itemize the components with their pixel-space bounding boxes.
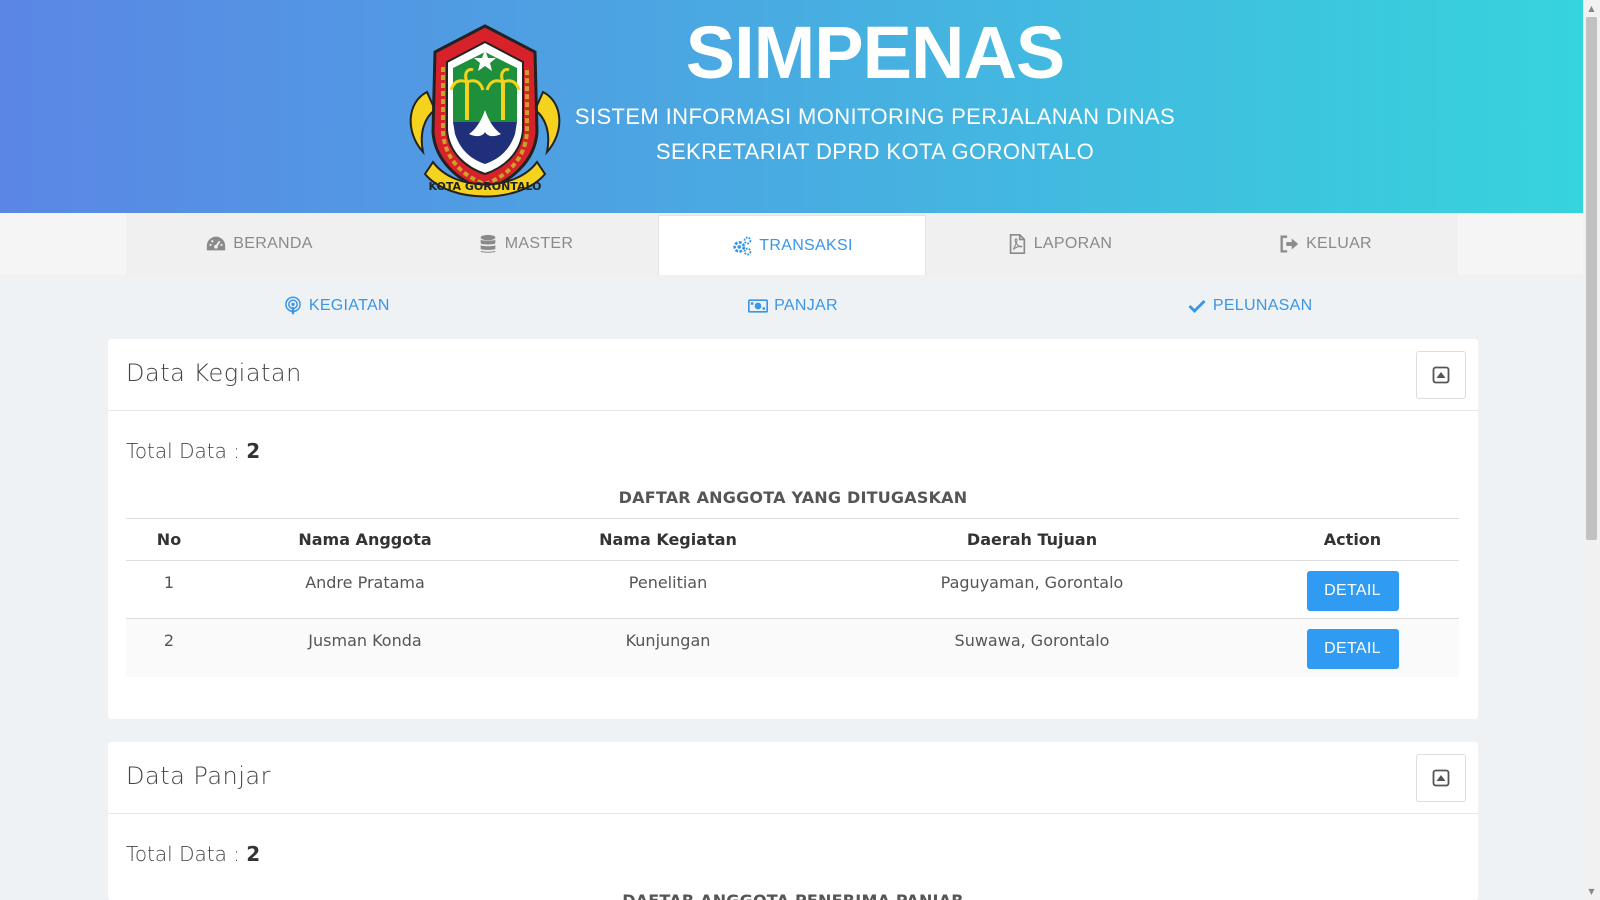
- sub-nav: KEGIATAN PANJAR PELUNASAN: [108, 288, 1478, 324]
- column-header-daerah-tujuan: Daerah Tujuan: [818, 518, 1246, 561]
- detail-button[interactable]: DETAIL: [1306, 571, 1399, 611]
- subnav-item-pelunasan[interactable]: PELUNASAN: [1021, 288, 1478, 324]
- cell-no: 1: [126, 560, 212, 619]
- kegiatan-total-value: 2: [246, 439, 261, 463]
- detail-button[interactable]: DETAIL: [1306, 629, 1399, 669]
- panjar-total-label: Total Data :: [126, 842, 247, 866]
- subnav-item-kegiatan[interactable]: KEGIATAN: [108, 288, 565, 324]
- table-row: 2 Jusman Konda Kunjungan Suwawa, Goronta…: [126, 618, 1459, 677]
- scroll-up-arrow-icon[interactable]: ▲: [1583, 0, 1600, 17]
- nav-item-transaksi[interactable]: TRANSAKSI: [658, 215, 926, 275]
- kegiatan-card: Data Kegiatan Total Data : 2 DAFTAR ANGG…: [108, 339, 1478, 719]
- kegiatan-total: Total Data : 2: [126, 439, 260, 463]
- caret-square-up-icon: [1432, 366, 1450, 384]
- nav-label-laporan: LAPORAN: [1033, 235, 1113, 252]
- cell-daerah-tujuan: Suwawa, Gorontalo: [818, 618, 1246, 677]
- page-scrollbar[interactable]: ▲ ▼: [1583, 0, 1600, 900]
- panjar-card-header: Data Panjar: [108, 742, 1478, 814]
- nav-label-transaksi: TRANSAKSI: [759, 236, 853, 254]
- money-icon: [748, 299, 769, 313]
- cell-nama-kegiatan: Kunjungan: [518, 618, 818, 677]
- kegiatan-table-header: No Nama Anggota Nama Kegiatan Daerah Tuj…: [126, 518, 1459, 561]
- column-header-action: Action: [1246, 518, 1459, 561]
- nav-item-keluar[interactable]: KELUAR: [1192, 213, 1458, 275]
- subnav-label-pelunasan: PELUNASAN: [1212, 297, 1313, 314]
- panjar-collapse-button[interactable]: [1416, 754, 1466, 802]
- app-subtitle-line1: SISTEM INFORMASI MONITORING PERJALANAN D…: [574, 104, 1176, 129]
- main-nav: BERANDA MASTER TRANSAKSI LAPORAN KELUAR: [126, 213, 1458, 275]
- kegiatan-card-title: Data Kegiatan: [126, 359, 302, 387]
- emblem-ribbon-text: KOTA GORONTALO: [429, 180, 542, 193]
- cell-action: DETAIL: [1246, 560, 1459, 619]
- panjar-card-title: Data Panjar: [126, 762, 271, 790]
- app-title: SIMPENAS: [685, 11, 1066, 94]
- column-header-nama-anggota: Nama Anggota: [212, 518, 518, 561]
- caret-square-up-icon: [1432, 769, 1450, 787]
- file-pdf-icon: [1009, 234, 1025, 254]
- nav-item-beranda[interactable]: BERANDA: [126, 213, 392, 275]
- column-header-no: No: [126, 518, 212, 561]
- nav-item-master[interactable]: MASTER: [392, 213, 658, 275]
- nav-label-beranda: BERANDA: [233, 235, 313, 252]
- sign-out-icon: [1280, 235, 1299, 253]
- cell-nama-anggota: Andre Pratama: [212, 560, 518, 619]
- cell-no: 2: [126, 618, 212, 677]
- app-subtitle-line2: SEKRETARIAT DPRD KOTA GORONTALO: [655, 139, 1095, 164]
- panjar-total-value: 2: [246, 842, 261, 866]
- cell-nama-anggota: Jusman Konda: [212, 618, 518, 677]
- kegiatan-collapse-button[interactable]: [1416, 351, 1466, 399]
- panjar-card: Data Panjar Total Data : 2 DAFTAR ANGGOT…: [108, 742, 1478, 900]
- cell-daerah-tujuan: Paguyaman, Gorontalo: [818, 560, 1246, 619]
- kegiatan-list-title: DAFTAR ANGGOTA YANG DITUGASKAN: [618, 488, 968, 507]
- scroll-thumb[interactable]: [1586, 17, 1597, 540]
- cell-action: DETAIL: [1246, 618, 1459, 677]
- subnav-label-kegiatan: KEGIATAN: [308, 297, 390, 314]
- scroll-down-arrow-icon[interactable]: ▼: [1583, 883, 1600, 900]
- kegiatan-total-label: Total Data :: [126, 439, 247, 463]
- kota-gorontalo-emblem-icon: KOTA GORONTALO: [409, 24, 561, 198]
- cogs-icon: [733, 236, 752, 255]
- kegiatan-card-header: Data Kegiatan: [108, 339, 1478, 411]
- subnav-label-panjar: PANJAR: [774, 297, 838, 314]
- table-row: 1 Andre Pratama Penelitian Paguyaman, Go…: [126, 560, 1459, 619]
- subnav-item-panjar[interactable]: PANJAR: [565, 288, 1022, 324]
- dashboard-icon: [207, 236, 226, 251]
- nav-label-master: MASTER: [504, 235, 574, 252]
- podcast-icon: [285, 296, 301, 315]
- kegiatan-table: No Nama Anggota Nama Kegiatan Daerah Tuj…: [126, 518, 1459, 677]
- check-icon: [1188, 299, 1206, 314]
- nav-label-keluar: KELUAR: [1306, 235, 1372, 252]
- panjar-total: Total Data : 2: [126, 842, 260, 866]
- panjar-list-title: DAFTAR ANGGOTA PENERIMA PANJAR: [108, 891, 1478, 900]
- database-icon: [480, 234, 496, 253]
- nav-item-laporan[interactable]: LAPORAN: [926, 213, 1192, 275]
- column-header-nama-kegiatan: Nama Kegiatan: [518, 518, 818, 561]
- app-header: KOTA GORONTALO SIMPENAS SISTEM INFORMASI…: [0, 0, 1583, 213]
- cell-nama-kegiatan: Penelitian: [518, 560, 818, 619]
